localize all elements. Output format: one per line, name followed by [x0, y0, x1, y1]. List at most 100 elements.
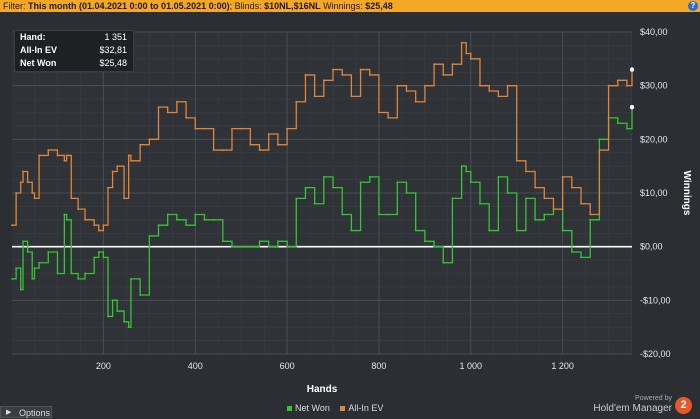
data-point-all-in-ev	[552, 208, 555, 211]
data-point-all-in-ev	[332, 68, 334, 71]
stats-value: 1 351	[104, 32, 127, 42]
data-point-all-in-ev	[525, 170, 527, 173]
data-point-all-in-ev	[212, 149, 215, 151]
y-tick-label: $20,00	[640, 134, 668, 144]
data-point-all-in-ev	[93, 224, 96, 227]
data-point-net-won	[277, 240, 279, 243]
data-point-all-in-ev	[203, 127, 206, 130]
data-point-all-in-ev	[127, 154, 130, 157]
data-point-all-in-ev	[580, 202, 582, 205]
data-point-all-in-ev	[598, 149, 601, 151]
holdem-manager-logo-icon: 2	[675, 397, 692, 414]
data-point-net-won	[295, 197, 298, 200]
stats-label: All-In EV	[20, 45, 58, 55]
data-point-net-won	[221, 240, 224, 243]
filter-bar[interactable]: Filter: This month (01.04.2021 0:00 to 0…	[0, 0, 700, 12]
data-point-net-won	[19, 288, 22, 291]
data-point-all-in-ev	[166, 111, 169, 114]
data-point-all-in-ev	[304, 74, 307, 76]
data-point-all-in-ev	[249, 143, 252, 146]
data-point-net-won	[31, 277, 34, 280]
data-point-net-won	[175, 218, 178, 221]
data-point-net-won	[589, 218, 592, 221]
x-tick-label: 1 000	[460, 361, 483, 371]
stats-row-all-in-ev: All-In EV $32,81	[15, 44, 133, 57]
stats-value: $25,48	[99, 58, 127, 68]
x-tick-label: 600	[280, 361, 295, 371]
data-point-net-won	[203, 218, 206, 221]
data-point-net-won	[460, 165, 463, 168]
data-point-all-in-ev	[77, 208, 80, 211]
data-point-net-won	[194, 213, 197, 216]
data-point-net-won	[231, 245, 233, 248]
help-icon[interactable]: ?	[688, 1, 698, 11]
series-end-marker	[629, 67, 635, 72]
data-point-all-in-ev	[194, 127, 197, 130]
data-point-net-won	[212, 218, 215, 221]
data-point-net-won	[313, 202, 316, 205]
brand-name: Hold'em Manager	[593, 403, 672, 414]
data-point-all-in-ev	[534, 186, 536, 189]
data-point-net-won	[368, 176, 371, 178]
data-point-all-in-ev	[111, 170, 114, 173]
data-point-net-won	[304, 186, 307, 189]
data-point-all-in-ev	[185, 116, 187, 119]
data-point-net-won	[341, 213, 344, 216]
data-point-net-won	[359, 181, 362, 184]
data-point-all-in-ev	[267, 133, 270, 135]
data-point-all-in-ev	[433, 63, 435, 66]
data-point-net-won	[258, 240, 261, 243]
data-point-net-won	[15, 267, 18, 270]
data-point-net-won	[65, 218, 68, 221]
data-point-all-in-ev	[506, 84, 509, 87]
data-point-net-won	[123, 320, 125, 323]
data-point-net-won	[488, 229, 491, 232]
data-point-all-in-ev	[616, 79, 619, 82]
data-point-net-won	[570, 251, 573, 253]
data-point-all-in-ev	[350, 95, 353, 98]
data-point-net-won	[479, 202, 481, 205]
data-point-all-in-ev	[286, 127, 288, 130]
x-tick-label: 400	[188, 361, 203, 371]
data-point-all-in-ev	[107, 186, 109, 189]
data-point-all-in-ev	[442, 74, 445, 76]
data-point-net-won	[56, 272, 59, 275]
data-point-all-in-ev	[570, 186, 573, 189]
data-point-all-in-ev	[368, 74, 371, 76]
data-point-all-in-ev	[469, 57, 472, 60]
stats-row-hand: Hand: 1 351	[15, 31, 133, 44]
data-point-net-won	[433, 245, 435, 248]
data-point-all-in-ev	[479, 84, 481, 87]
powered-by-text: Powered by	[635, 395, 672, 402]
data-point-all-in-ev	[130, 159, 132, 162]
options-button[interactable]: ▶ Options	[0, 406, 52, 418]
data-point-net-won	[378, 213, 380, 216]
data-point-net-won	[414, 229, 417, 232]
data-point-all-in-ev	[15, 192, 18, 194]
data-point-net-won	[515, 229, 518, 232]
data-point-all-in-ev	[139, 143, 142, 146]
data-point-all-in-ev	[240, 127, 243, 130]
data-point-net-won	[525, 197, 527, 200]
x-axis-label: Hands	[307, 384, 338, 395]
data-point-all-in-ev	[626, 84, 628, 87]
data-point-all-in-ev	[148, 138, 151, 141]
data-point-net-won	[286, 245, 288, 248]
data-point-all-in-ev	[231, 127, 233, 130]
data-point-all-in-ev	[47, 149, 50, 151]
legend-swatch-all-in-ev	[340, 406, 346, 412]
filter-winnings: $25,48	[365, 1, 393, 11]
data-point-all-in-ev	[157, 106, 160, 109]
filter-date-range: This month (01.04.2021 0:00 to 01.05.202…	[28, 1, 230, 11]
data-point-net-won	[107, 315, 109, 318]
data-point-all-in-ev	[258, 149, 261, 151]
legend-item-net-won[interactable]: Net Won	[287, 403, 330, 413]
data-point-all-in-ev	[70, 197, 73, 200]
data-point-net-won	[506, 192, 509, 194]
y-tick-label: $30,00	[640, 81, 668, 91]
y-tick-label: $10,00	[640, 188, 668, 198]
data-point-all-in-ev	[97, 229, 100, 232]
data-point-net-won	[93, 256, 96, 259]
data-point-net-won	[157, 224, 160, 227]
legend-item-all-in-ev[interactable]: All-In EV	[340, 403, 383, 413]
